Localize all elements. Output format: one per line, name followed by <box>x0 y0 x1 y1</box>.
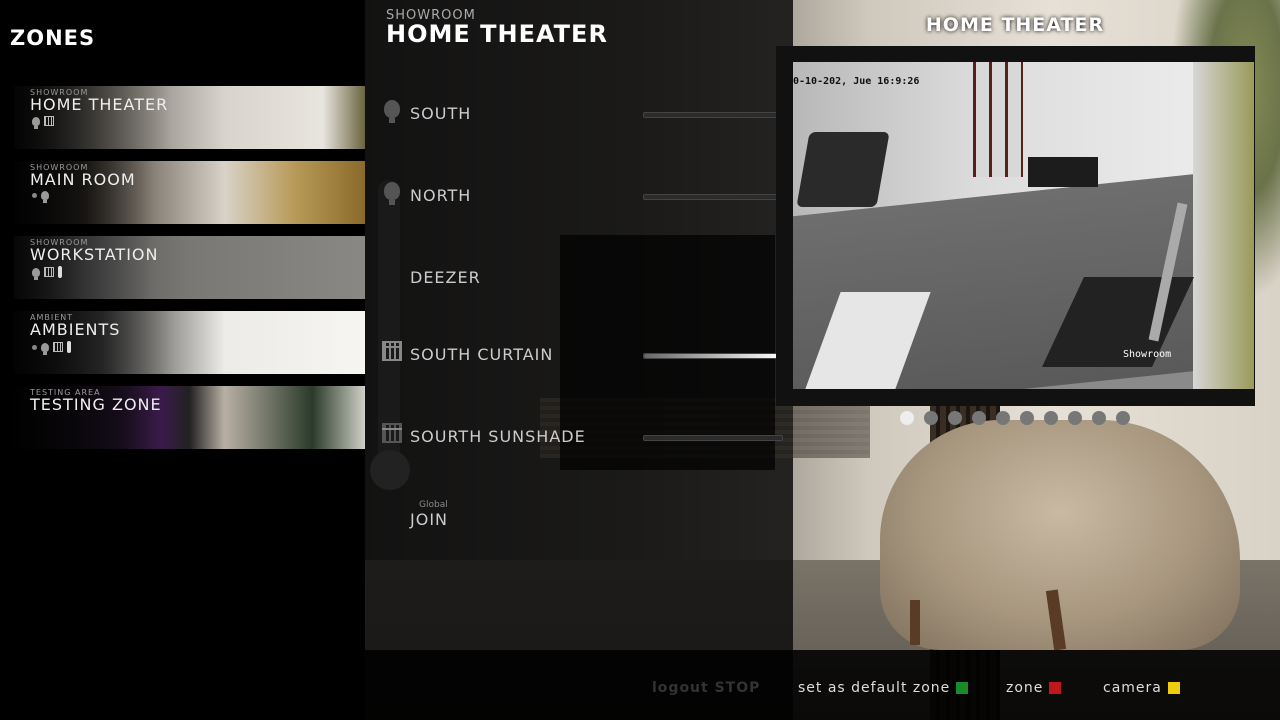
zone-icons <box>32 191 49 203</box>
zone-name: HOME THEATER <box>30 95 169 114</box>
position-slider[interactable] <box>643 435 783 441</box>
thermometer-icon <box>58 266 62 278</box>
zones-panel: ZONES SHOWROOM HOME THEATER SHOWROOM MAI… <box>0 0 365 720</box>
zone-card-testing-zone[interactable]: TESTING AREA TESTING ZONE <box>14 386 365 449</box>
dot-icon <box>32 344 37 350</box>
zone-name: TESTING ZONE <box>30 395 162 414</box>
control-north[interactable]: NORTH <box>380 176 790 216</box>
bulb-icon <box>382 182 402 206</box>
curtain-icon <box>44 116 54 126</box>
feed-table <box>1028 157 1098 187</box>
pager-dot[interactable] <box>996 411 1010 425</box>
pager-dot[interactable] <box>1116 411 1130 425</box>
control-label: SOUTH <box>410 104 472 123</box>
feed-door <box>973 62 1023 177</box>
control-south-curtain[interactable]: SOUTH CURTAIN <box>380 335 790 375</box>
thermometer-icon <box>67 341 71 353</box>
bulb-icon <box>32 116 40 129</box>
join-button[interactable]: JOIN <box>410 510 448 529</box>
background-chair-leg <box>910 600 920 645</box>
zone-card-workstation[interactable]: SHOWROOM WORKSTATION <box>14 236 365 299</box>
dimmer-slider[interactable] <box>643 194 783 200</box>
pager-dot[interactable] <box>948 411 962 425</box>
control-label: NORTH <box>410 186 472 205</box>
control-deezer[interactable]: DEEZER <box>380 258 790 298</box>
zone-name: AMBIENTS <box>30 320 121 339</box>
camera-title: HOME THEATER <box>925 14 1105 36</box>
control-label: DEEZER <box>410 268 481 287</box>
curtain-icon <box>382 423 402 447</box>
zone-icons <box>32 341 71 355</box>
curtain-icon <box>44 267 54 277</box>
bulb-icon <box>382 100 402 124</box>
pager-dot[interactable] <box>972 411 986 425</box>
control-sourth-sunshade[interactable]: SOURTH SUNSHADE <box>380 417 790 457</box>
set-default-zone-label: set as default zone <box>798 680 951 696</box>
camera-button[interactable]: camera <box>1103 680 1180 696</box>
bulb-icon <box>41 342 49 355</box>
camera-label: camera <box>1103 680 1162 696</box>
set-default-zone-button[interactable]: set as default zone <box>798 680 969 696</box>
green-key-icon <box>956 682 969 694</box>
detail-title: HOME THEATER <box>386 20 608 48</box>
feed-wall-right <box>1193 62 1254 389</box>
bulb-icon <box>41 191 49 203</box>
bulb-icon <box>32 267 40 280</box>
global-label: Global <box>419 500 448 510</box>
zone-icons <box>32 116 54 129</box>
zone-card-home-theater[interactable]: SHOWROOM HOME THEATER <box>14 86 365 149</box>
dot-icon <box>32 193 37 198</box>
zone-label: zone <box>1006 680 1044 696</box>
zone-icons <box>32 266 62 280</box>
feed-chair <box>796 132 890 207</box>
control-south[interactable]: SOUTH <box>380 94 790 134</box>
pager-dot[interactable] <box>1020 411 1034 425</box>
control-label: SOURTH SUNSHADE <box>410 427 586 446</box>
zone-name: WORKSTATION <box>30 245 159 264</box>
slider-fill <box>644 354 782 358</box>
curtain-icon <box>53 342 63 352</box>
pager-dot[interactable] <box>900 411 914 425</box>
red-key-icon <box>1049 682 1062 694</box>
dimmer-slider[interactable] <box>643 112 783 118</box>
control-label: SOUTH CURTAIN <box>410 345 554 364</box>
camera-pager <box>900 411 1130 425</box>
pager-dot[interactable] <box>1092 411 1106 425</box>
zone-card-ambients[interactable]: AMBIENT AMBIENTS <box>14 311 365 374</box>
pager-dot[interactable] <box>1068 411 1082 425</box>
zone-name: MAIN ROOM <box>30 170 136 189</box>
zones-title: ZONES <box>10 26 96 50</box>
camera-feed[interactable]: 0-10-202, Jue 16:9:26 Showroom <box>793 62 1254 389</box>
camera-overlay-label: Showroom <box>1123 349 1172 360</box>
pager-dot[interactable] <box>1044 411 1058 425</box>
zone-card-main-room[interactable]: SHOWROOM MAIN ROOM <box>14 161 365 224</box>
curtain-icon <box>382 341 402 365</box>
logout-stop-button[interactable]: logout STOP <box>652 680 760 696</box>
pager-dot[interactable] <box>924 411 938 425</box>
camera-timestamp: 0-10-202, Jue 16:9:26 <box>793 76 920 87</box>
zone-button[interactable]: zone <box>1006 680 1062 696</box>
yellow-key-icon <box>1167 682 1180 694</box>
position-slider[interactable] <box>643 353 783 359</box>
